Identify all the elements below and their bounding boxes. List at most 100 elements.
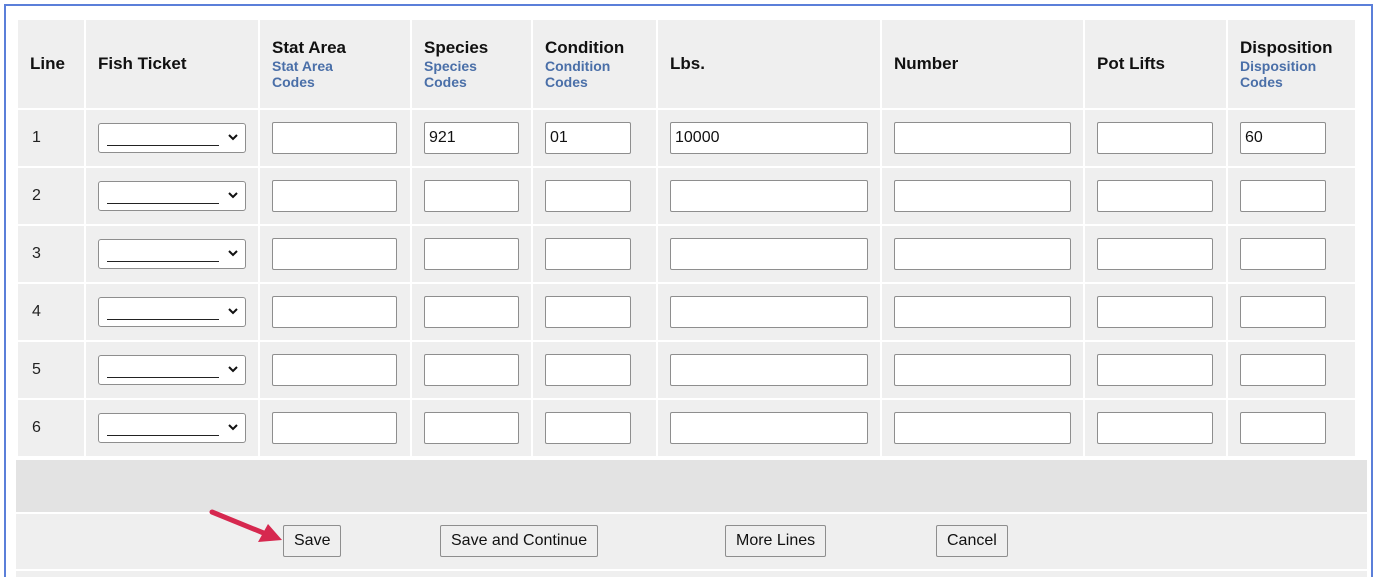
header-disposition: Disposition Disposition Codes xyxy=(1228,20,1355,108)
line-number-cell: 3 xyxy=(18,226,84,282)
fish-ticket-select[interactable] xyxy=(98,355,246,385)
number-cell xyxy=(882,400,1083,456)
lbs-input[interactable] xyxy=(670,180,868,212)
disposition-input[interactable] xyxy=(1240,180,1326,212)
header-line: Line xyxy=(18,20,84,108)
save-and-continue-button[interactable]: Save and Continue xyxy=(440,525,599,557)
line-number: 4 xyxy=(32,303,41,320)
stat-area-input[interactable] xyxy=(272,180,397,212)
fish-ticket-cell xyxy=(86,400,258,456)
disposition-cell xyxy=(1228,110,1355,166)
disposition-input[interactable] xyxy=(1240,354,1326,386)
line-number: 5 xyxy=(32,361,41,378)
disposition-input[interactable] xyxy=(1240,296,1326,328)
pot-lifts-input[interactable] xyxy=(1097,180,1213,212)
stat-area-input[interactable] xyxy=(272,122,397,154)
disposition-input[interactable] xyxy=(1240,122,1326,154)
blank-option-line xyxy=(107,145,219,146)
condition-input[interactable] xyxy=(545,180,631,212)
disposition-cell xyxy=(1228,168,1355,224)
pot-lifts-input[interactable] xyxy=(1097,238,1213,270)
fish-ticket-cell xyxy=(86,168,258,224)
header-lbs: Lbs. xyxy=(658,20,880,108)
line-number: 1 xyxy=(32,129,41,146)
stat-area-input[interactable] xyxy=(272,238,397,270)
cancel-button[interactable]: Cancel xyxy=(936,525,1008,557)
species-input[interactable] xyxy=(424,180,519,212)
save-button[interactable]: Save xyxy=(283,525,342,557)
lbs-cell xyxy=(658,342,880,398)
red-arrow-icon xyxy=(209,509,282,542)
condition-input[interactable] xyxy=(545,412,631,444)
header-pot-lifts: Pot Lifts xyxy=(1085,20,1226,108)
pot-lifts-input[interactable] xyxy=(1097,296,1213,328)
line-number-cell: 6 xyxy=(18,400,84,456)
pot-lifts-input[interactable] xyxy=(1097,122,1213,154)
number-cell xyxy=(882,226,1083,282)
lbs-input[interactable] xyxy=(670,412,868,444)
species-input[interactable] xyxy=(424,354,519,386)
disposition-input[interactable] xyxy=(1240,412,1326,444)
spacer-band xyxy=(16,460,1367,512)
stat-area-input[interactable] xyxy=(272,296,397,328)
pot-lifts-input[interactable] xyxy=(1097,354,1213,386)
number-input[interactable] xyxy=(894,412,1071,444)
line-number-cell: 5 xyxy=(18,342,84,398)
header-fish-ticket: Fish Ticket xyxy=(86,20,258,108)
fish-ticket-select[interactable] xyxy=(98,239,246,269)
fish-ticket-select[interactable] xyxy=(98,123,246,153)
species-input[interactable] xyxy=(424,238,519,270)
stat-area-input[interactable] xyxy=(272,412,397,444)
stat-area-input[interactable] xyxy=(272,354,397,386)
species-cell xyxy=(412,400,531,456)
fish-ticket-select[interactable] xyxy=(98,413,246,443)
fish-ticket-select[interactable] xyxy=(98,181,246,211)
lbs-cell xyxy=(658,168,880,224)
species-codes-link[interactable]: Species Codes xyxy=(424,58,531,90)
fish-ticket-select[interactable] xyxy=(98,297,246,327)
lbs-cell xyxy=(658,226,880,282)
disposition-cell xyxy=(1228,226,1355,282)
stat-area-codes-link[interactable]: Stat Area Codes xyxy=(272,58,410,90)
line-number: 2 xyxy=(32,187,41,204)
line-number-cell: 2 xyxy=(18,168,84,224)
lbs-input[interactable] xyxy=(670,238,868,270)
species-input[interactable] xyxy=(424,296,519,328)
table-row: 1 xyxy=(18,110,1355,166)
pot-lifts-cell xyxy=(1085,284,1226,340)
condition-input[interactable] xyxy=(545,122,631,154)
disposition-cell xyxy=(1228,284,1355,340)
disposition-codes-link[interactable]: Disposition Codes xyxy=(1240,58,1355,90)
pot-lifts-cell xyxy=(1085,226,1226,282)
lbs-cell xyxy=(658,400,880,456)
table-row: 6 xyxy=(18,400,1355,456)
condition-cell xyxy=(533,110,656,166)
condition-cell xyxy=(533,168,656,224)
species-cell xyxy=(412,226,531,282)
species-input[interactable] xyxy=(424,122,519,154)
condition-input[interactable] xyxy=(545,296,631,328)
lbs-input[interactable] xyxy=(670,122,868,154)
condition-input[interactable] xyxy=(545,238,631,270)
line-number-cell: 1 xyxy=(18,110,84,166)
species-input[interactable] xyxy=(424,412,519,444)
more-lines-button[interactable]: More Lines xyxy=(725,525,827,557)
pot-lifts-cell xyxy=(1085,400,1226,456)
disposition-input[interactable] xyxy=(1240,238,1326,270)
lbs-input[interactable] xyxy=(670,354,868,386)
lbs-input[interactable] xyxy=(670,296,868,328)
number-input[interactable] xyxy=(894,296,1071,328)
species-cell xyxy=(412,284,531,340)
disposition-cell xyxy=(1228,342,1355,398)
condition-codes-link[interactable]: Condition Codes xyxy=(545,58,656,90)
condition-input[interactable] xyxy=(545,354,631,386)
header-number: Number xyxy=(882,20,1083,108)
number-input[interactable] xyxy=(894,354,1071,386)
pot-lifts-cell xyxy=(1085,342,1226,398)
number-input[interactable] xyxy=(894,180,1071,212)
pot-lifts-input[interactable] xyxy=(1097,412,1213,444)
number-input[interactable] xyxy=(894,238,1071,270)
stat-area-cell xyxy=(260,342,410,398)
table-row: 2 xyxy=(18,168,1355,224)
number-input[interactable] xyxy=(894,122,1071,154)
